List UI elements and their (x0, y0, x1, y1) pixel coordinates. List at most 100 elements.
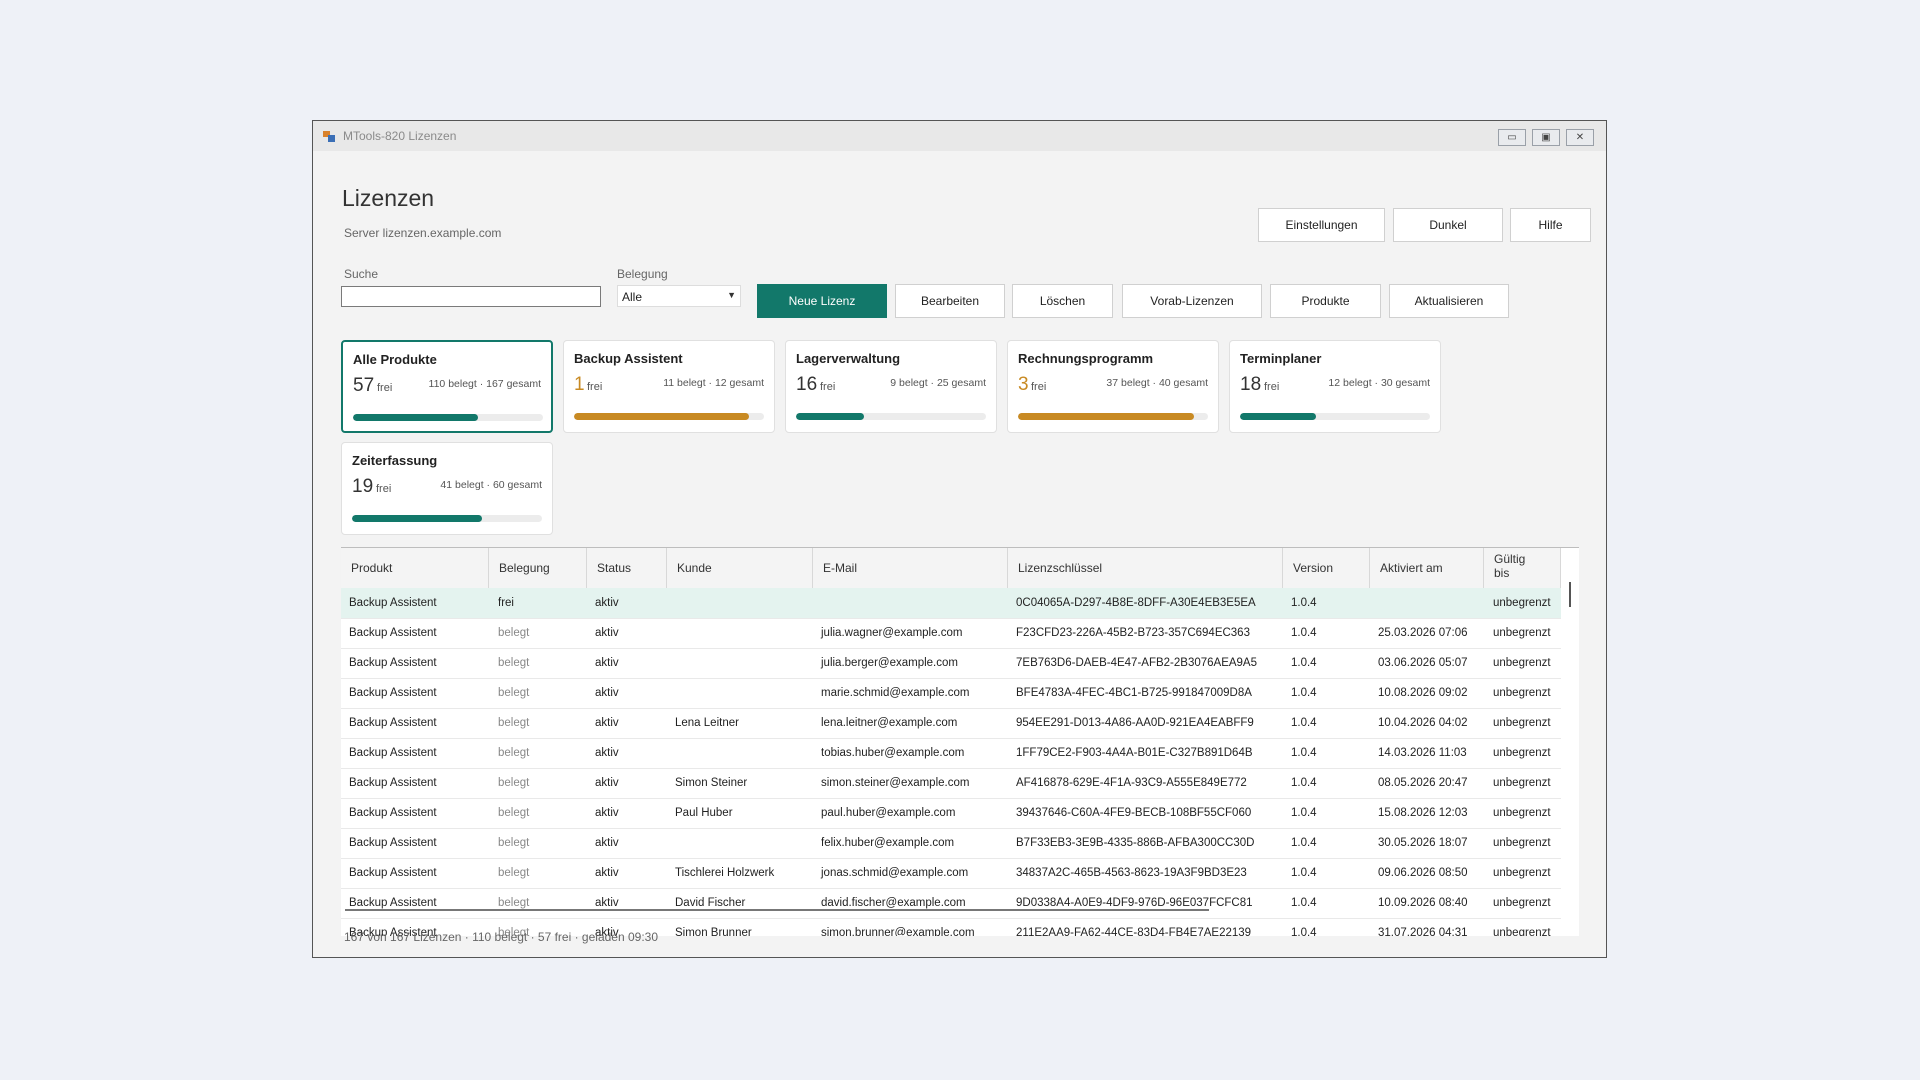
search-input[interactable] (341, 286, 601, 307)
column-header[interactable]: Status (587, 548, 667, 588)
product-card[interactable]: Terminplaner 18 frei 12 belegt · 30 gesamt (1229, 340, 1441, 433)
table-cell: frei (498, 597, 514, 609)
table-cell: 7EB763D6-DAEB-4E47-AFB2-2B3076AEA9A5 (1016, 657, 1258, 669)
card-usage-info: 11 belegt · 12 gesamt (663, 377, 764, 389)
table-row[interactable]: Backup Assistent belegt aktiv Paul Huber pau… (341, 798, 1561, 829)
card-usage-fill (1018, 413, 1194, 420)
column-header[interactable]: Belegung (489, 548, 587, 588)
table-row[interactable]: Backup Assistent frei aktiv 0C04065A-D297-4… (341, 588, 1561, 619)
table-cell: 211E2AA9-FA62-44CE-83D4-FB4E7AE22139 (1016, 927, 1252, 936)
column-header[interactable]: Aktiviert am (1370, 548, 1484, 588)
product-card[interactable]: Lagerverwaltung 16 frei 9 belegt · 25 gesam… (785, 340, 997, 433)
column-header[interactable]: Gültig bis (1484, 548, 1561, 588)
table-cell: Backup Assistent (349, 717, 437, 729)
delete-button[interactable]: Löschen (1012, 284, 1113, 318)
table-cell: david.fischer@example.com (821, 897, 966, 909)
new-license-button[interactable]: Neue Lizenz (757, 284, 887, 318)
table-cell: AF416878-629E-4F1A-93C9-A555E849E772 (1016, 777, 1247, 789)
help-button[interactable]: Hilfe (1510, 208, 1591, 242)
card-usage-fill (574, 413, 749, 420)
card-usage-fill (1240, 413, 1316, 420)
close-button[interactable]: ✕ (1566, 129, 1594, 146)
column-header[interactable]: Lizenzschlüssel (1008, 548, 1283, 588)
card-usage-fill (353, 414, 479, 421)
table-row[interactable]: Backup Assistent belegt aktiv julia.berger@… (341, 648, 1561, 679)
table-row[interactable]: Backup Assistent belegt aktiv Simon Steiner… (341, 768, 1561, 799)
dark-mode-button[interactable]: Dunkel (1393, 208, 1503, 242)
table-cell: 1.0.4 (1291, 687, 1317, 699)
status-bar: 167 von 167 Lizenzen · 110 belegt · 57 f… (344, 930, 659, 944)
table-cell: 25.03.2026 07:06 (1378, 627, 1468, 639)
table-cell: 1.0.4 (1291, 627, 1317, 639)
table-cell: unbegrenzt (1493, 807, 1551, 819)
settings-button[interactable]: Einstellungen (1258, 208, 1385, 242)
table-cell: BFE4783A-4FEC-4BC1-B725-991847009D8A (1016, 687, 1252, 699)
license-table[interactable]: Produkt Belegung Status Kunde E-Mail Lizenzsc… (341, 547, 1579, 936)
table-cell: lena.leitner@example.com (821, 717, 958, 729)
refresh-button[interactable]: Aktualisieren (1389, 284, 1509, 318)
table-cell: 10.08.2026 09:02 (1378, 687, 1468, 699)
column-header-label: Gültig bis (1494, 552, 1526, 580)
card-usage-info: 41 belegt · 60 gesamt (440, 479, 542, 491)
table-cell: aktiv (595, 897, 619, 909)
belegung-select[interactable]: Alle ▼ (617, 285, 741, 307)
product-card[interactable]: Alle Produkte 57 frei 110 belegt · 167 gesa… (341, 340, 553, 433)
minimize-button[interactable]: ▭ (1498, 129, 1526, 146)
table-row[interactable]: Backup Assistent belegt aktiv marie.schmid@… (341, 678, 1561, 709)
table-row[interactable]: Backup Assistent belegt aktiv David Fischer… (341, 888, 1561, 919)
table-cell: 34837A2C-465B-4563-8623-19A3F9BD3E23 (1016, 867, 1247, 879)
column-header[interactable]: Kunde (667, 548, 813, 588)
card-product-name: Lagerverwaltung (796, 351, 901, 366)
table-cell: Simon Brunner (675, 927, 752, 936)
products-button[interactable]: Produkte (1270, 284, 1381, 318)
card-usage-bar (796, 413, 986, 420)
maximize-button[interactable]: ▣ (1532, 129, 1560, 146)
horizontal-scrollbar[interactable] (345, 909, 1209, 911)
table-row[interactable]: Backup Assistent belegt aktiv felix.huber@e… (341, 828, 1561, 859)
table-cell: unbegrenzt (1493, 657, 1551, 669)
table-cell: 1.0.4 (1291, 747, 1317, 759)
column-header[interactable]: Version (1283, 548, 1370, 588)
table-cell: unbegrenzt (1493, 747, 1551, 759)
table-cell: 30.05.2026 18:07 (1378, 837, 1468, 849)
edit-button[interactable]: Bearbeiten (895, 284, 1005, 318)
table-cell: F23CFD23-226A-45B2-B723-357C694EC363 (1016, 627, 1250, 639)
column-header[interactable]: Produkt (341, 548, 489, 588)
table-cell: 0C04065A-D297-4B8E-8DFF-A30E4EB3E5EA (1016, 597, 1256, 609)
title-bar[interactable]: MTools-820 Lizenzen ▭ ▣ ✕ (313, 121, 1606, 151)
card-usage-info: 12 belegt · 30 gesamt (1328, 377, 1430, 389)
server-label: Server lizenzen.example.com (344, 226, 502, 240)
table-cell: aktiv (595, 747, 619, 759)
prelicenses-button[interactable]: Vorab-Lizenzen (1122, 284, 1262, 318)
product-card[interactable]: Rechnungsprogramm 3 frei 37 belegt · 40 ges… (1007, 340, 1219, 433)
table-row[interactable]: Backup Assistent belegt aktiv tobias.huber@… (341, 738, 1561, 769)
card-free-label: frei (820, 381, 836, 393)
column-header[interactable]: E-Mail (813, 548, 1008, 588)
table-cell: Backup Assistent (349, 807, 437, 819)
table-cell: B7F33EB3-3E9B-4335-886B-AFBA300CC30D (1016, 837, 1255, 849)
table-cell: Backup Assistent (349, 597, 437, 609)
belegung-value: Alle (622, 290, 643, 304)
product-card[interactable]: Backup Assistent 1 frei 11 belegt · 12 gesa… (563, 340, 775, 433)
vertical-scrollbar[interactable] (1569, 582, 1571, 607)
product-card[interactable]: Zeiterfassung 19 frei 41 belegt · 60 gesamt (341, 442, 553, 535)
table-cell: belegt (498, 777, 530, 789)
table-cell: unbegrenzt (1493, 627, 1551, 639)
table-cell: paul.huber@example.com (821, 807, 956, 819)
card-free-label: frei (1264, 381, 1280, 393)
table-cell: belegt (498, 657, 530, 669)
table-row[interactable]: Backup Assistent belegt aktiv Tischlerei Ho… (341, 858, 1561, 889)
table-cell: aktiv (595, 777, 619, 789)
table-cell: julia.berger@example.com (821, 657, 958, 669)
card-usage-info: 110 belegt · 167 gesamt (428, 378, 541, 390)
card-product-name: Alle Produkte (353, 352, 437, 367)
table-cell: unbegrenzt (1493, 717, 1551, 729)
table-cell: 954EE291-D013-4A86-AA0D-921EA4EABFF9 (1016, 717, 1254, 729)
table-row[interactable]: Backup Assistent belegt aktiv julia.wagner@… (341, 618, 1561, 649)
table-cell: belegt (498, 837, 530, 849)
card-free-count: 3 (1018, 374, 1029, 395)
table-cell: 9D0338A4-A0E9-4DF9-976D-96E037FCFC81 (1016, 897, 1253, 909)
table-cell: belegt (498, 747, 530, 759)
card-usage-bar (352, 515, 542, 522)
table-row[interactable]: Backup Assistent belegt aktiv Lena Leitner l… (341, 708, 1561, 739)
